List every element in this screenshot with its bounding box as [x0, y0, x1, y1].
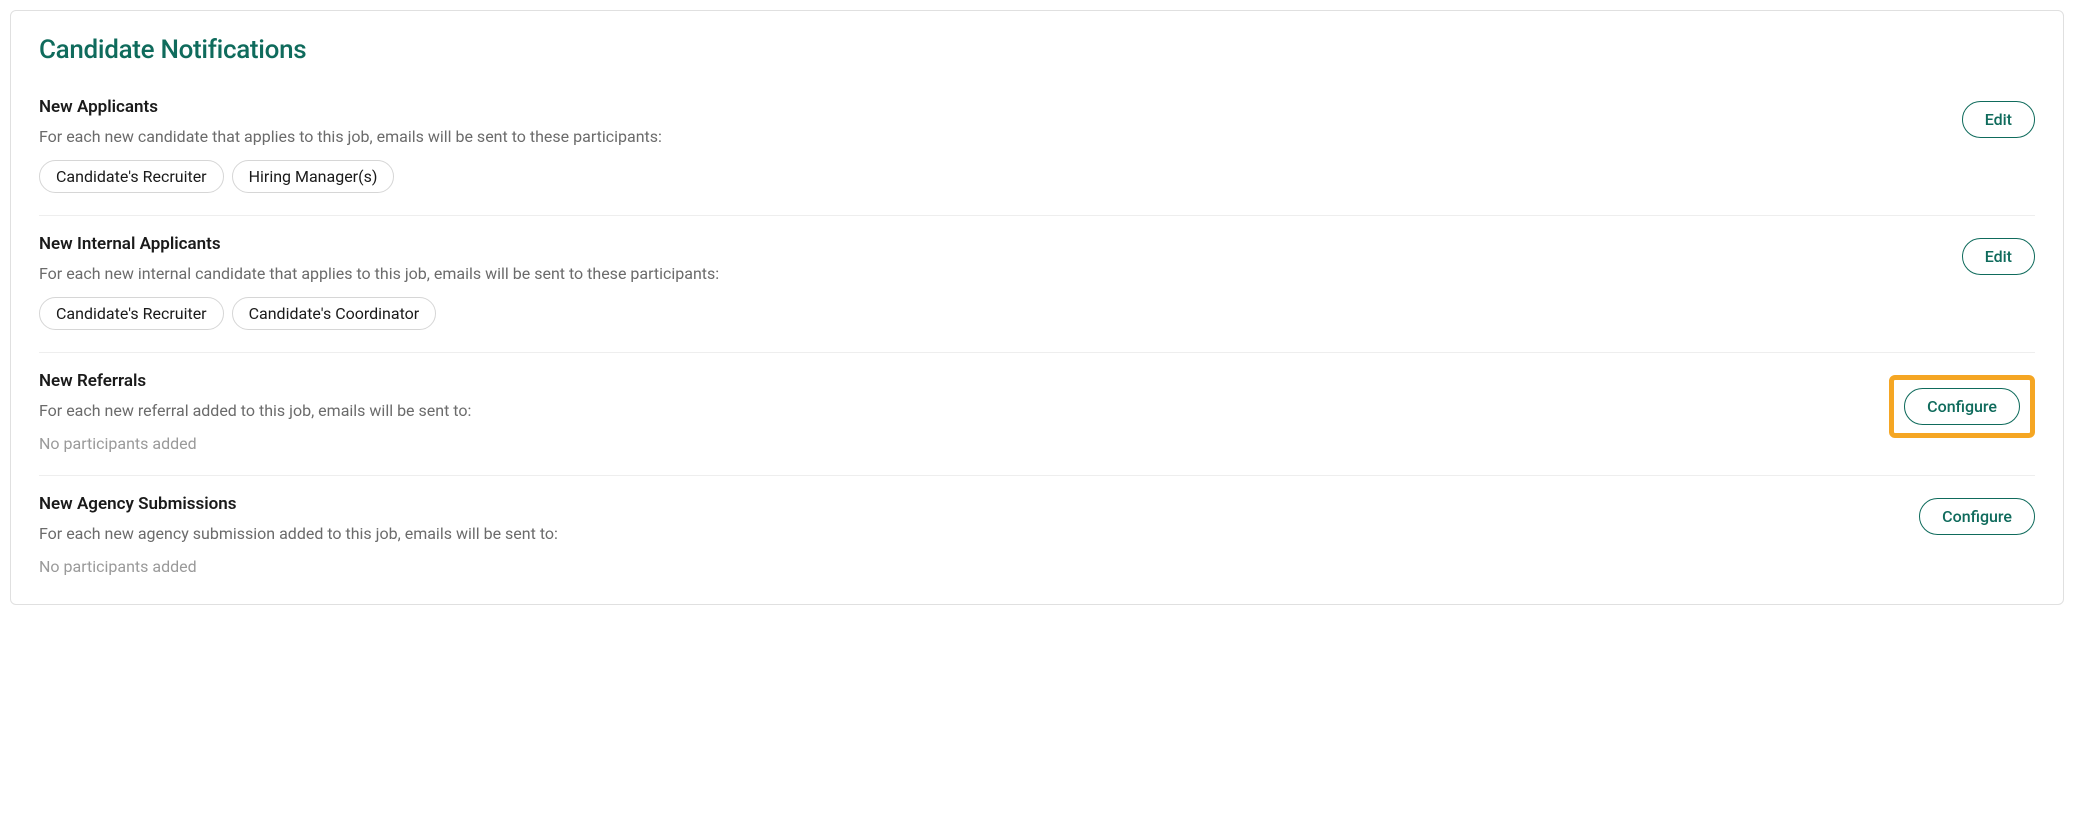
configure-button[interactable]: Configure	[1919, 498, 2035, 535]
highlight-annotation: Configure	[1889, 375, 2035, 438]
section-action: Configure	[1889, 371, 2035, 438]
section-action: Configure	[1919, 494, 2035, 535]
section-new-internal-applicants: New Internal Applicants For each new int…	[39, 216, 2035, 353]
section-action: Edit	[1962, 234, 2035, 275]
section-new-applicants: New Applicants For each new candidate th…	[39, 97, 2035, 216]
candidate-notifications-card: Candidate Notifications New Applicants F…	[10, 10, 2064, 605]
participant-chip: Candidate's Recruiter	[39, 297, 224, 330]
section-description: For each new internal candidate that app…	[39, 264, 1942, 283]
section-description: For each new candidate that applies to t…	[39, 127, 1942, 146]
section-title: New Referrals	[39, 371, 1869, 391]
section-title: New Internal Applicants	[39, 234, 1942, 254]
participant-chip: Hiring Manager(s)	[232, 160, 395, 193]
participant-chips: Candidate's Recruiter Candidate's Coordi…	[39, 297, 1942, 330]
section-content: New Internal Applicants For each new int…	[39, 234, 1942, 330]
section-new-referrals: New Referrals For each new referral adde…	[39, 353, 2035, 476]
empty-participants-text: No participants added	[39, 557, 1899, 576]
section-title: New Agency Submissions	[39, 494, 1899, 514]
card-title: Candidate Notifications	[39, 35, 2035, 65]
section-content: New Referrals For each new referral adde…	[39, 371, 1869, 453]
section-description: For each new referral added to this job,…	[39, 401, 1869, 420]
configure-button[interactable]: Configure	[1904, 388, 2020, 425]
participant-chip: Candidate's Coordinator	[232, 297, 437, 330]
section-content: New Applicants For each new candidate th…	[39, 97, 1942, 193]
section-content: New Agency Submissions For each new agen…	[39, 494, 1899, 576]
section-new-agency-submissions: New Agency Submissions For each new agen…	[39, 476, 2035, 576]
section-description: For each new agency submission added to …	[39, 524, 1899, 543]
edit-button[interactable]: Edit	[1962, 101, 2035, 138]
section-action: Edit	[1962, 97, 2035, 138]
participant-chip: Candidate's Recruiter	[39, 160, 224, 193]
edit-button[interactable]: Edit	[1962, 238, 2035, 275]
participant-chips: Candidate's Recruiter Hiring Manager(s)	[39, 160, 1942, 193]
empty-participants-text: No participants added	[39, 434, 1869, 453]
section-title: New Applicants	[39, 97, 1942, 117]
